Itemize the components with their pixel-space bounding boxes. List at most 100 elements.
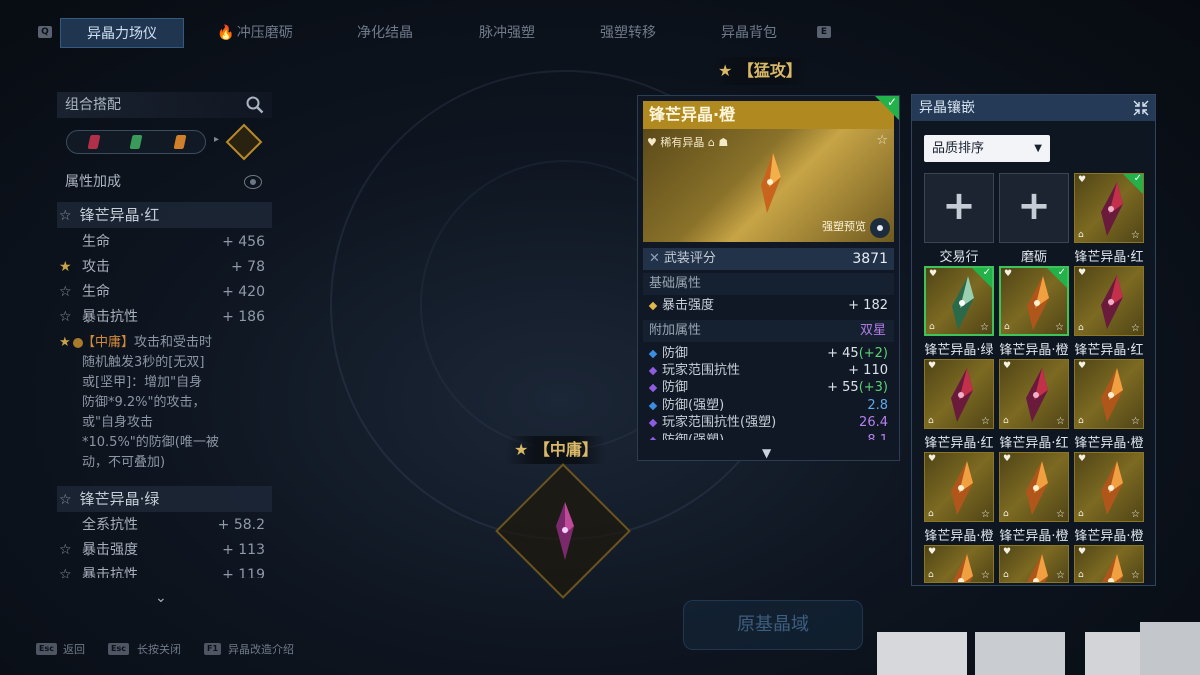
socket-gem-icon — [556, 502, 574, 560]
tab-crystal-bag[interactable]: 异晶背包 — [704, 18, 794, 48]
lock-icon: ⌂ — [928, 509, 934, 519]
orange-crystal-icon — [761, 153, 781, 213]
favorite-star-icon[interactable]: ☆ — [1131, 230, 1140, 241]
favorite-star-icon[interactable]: ☆ — [876, 133, 888, 148]
origin-crystal-domain-button[interactable]: 原基晶域 — [683, 600, 863, 650]
mode-label-left: ★ 【中庸】 — [506, 436, 606, 464]
hint-label: 返回 — [63, 643, 85, 656]
gem-slot[interactable]: ♥ ⌂ ☆ ✓ — [924, 266, 994, 336]
scroll-down-chevron-icon[interactable]: ⌄ — [155, 590, 167, 606]
add-slot[interactable]: + — [924, 173, 994, 243]
stat-row: ☆ 生命 + 420 — [57, 281, 265, 303]
favorite-star-icon[interactable]: ☆ — [981, 570, 990, 581]
star-filled-icon: ★ — [59, 335, 71, 350]
slot-label: 锋芒异晶·橙 — [924, 529, 994, 544]
gem-slot[interactable]: ♥ ⌂ ☆ — [1074, 545, 1144, 583]
checkmark-icon: ✓ — [886, 95, 897, 109]
gem-slot[interactable]: ♥ ⌂ ☆ — [1074, 266, 1144, 336]
grade-icon: ♥ — [1003, 547, 1012, 557]
gem-slot[interactable]: ♥ ⌂ ☆ — [924, 452, 994, 522]
grade-icon: ♥ — [1078, 175, 1087, 185]
more-chevron-icon[interactable]: ▼ — [762, 446, 771, 460]
next-tab-key-hint[interactable]: E — [817, 26, 831, 38]
slot-label: 锋芒异晶·橙 — [1074, 529, 1144, 544]
grade-icon: ♥ — [928, 454, 937, 464]
collapse-icon[interactable] — [1133, 100, 1149, 116]
gem-header-green[interactable]: ☆ 锋芒异晶·绿 — [57, 486, 272, 512]
favorite-star-icon[interactable]: ☆ — [1131, 509, 1140, 520]
hint-key[interactable]: Esc — [36, 643, 57, 655]
gem-slot[interactable]: ♥ ⌂ ☆ — [924, 545, 994, 583]
tab-reinforce-transfer[interactable]: 强塑转移 — [583, 18, 673, 48]
stat-row: ☆ 暴击抗性 + 119 — [57, 564, 265, 578]
lock-icon: ⌂ — [1078, 570, 1084, 580]
plus-icon: + — [942, 183, 976, 229]
bonus-header: 属性加成 — [57, 169, 272, 195]
eye-icon[interactable] — [244, 175, 262, 189]
favorite-star-icon[interactable]: ☆ — [1056, 509, 1065, 520]
gem-slot[interactable]: ♥ ⌂ ☆ — [999, 545, 1069, 583]
star-outline-icon: ☆ — [59, 492, 72, 508]
stat-row: 全系抗性 + 58.2 — [82, 517, 265, 533]
favorite-star-icon[interactable]: ☆ — [980, 322, 989, 333]
gem-slot[interactable]: ♥ ⌂ ☆ — [1074, 452, 1144, 522]
favorite-star-icon[interactable]: ☆ — [1055, 322, 1064, 333]
tab-force-field[interactable]: 异晶力场仪 — [60, 18, 184, 48]
lock-icon: ⌂ — [1003, 509, 1009, 519]
reinforce-preview-label: 强塑预览 — [822, 220, 866, 233]
extra-attr-row: 防御(强塑) 2.8 — [643, 397, 894, 415]
hint-key[interactable]: F1 — [204, 643, 222, 655]
lock-icon: ⌂ — [929, 322, 935, 332]
orange-gem-icon — [173, 135, 187, 149]
grade-icon: ♥ — [1004, 269, 1013, 279]
lock-icon: ⌂ — [1003, 416, 1009, 426]
base-attr-header: 基础属性 — [643, 273, 894, 295]
quality-sort-dropdown[interactable]: 品质排序 ▼ — [924, 135, 1050, 162]
favorite-star-icon[interactable]: ☆ — [1056, 416, 1065, 427]
extra-attr-row: 防御 + 55(+3) — [643, 379, 894, 397]
gem-header-red[interactable]: ☆ 锋芒异晶·红 — [57, 202, 272, 228]
tab-stamping[interactable]: 🔥 冲压磨砺 — [205, 18, 305, 48]
base-attr-row: 暴击强度 + 182 — [643, 297, 894, 315]
slot-label: 锋芒异晶·红 — [999, 436, 1069, 451]
gem-slot[interactable]: ♥ ⌂ ☆ ✓ — [999, 266, 1069, 336]
gem-slot[interactable]: ♥ ⌂ ☆ — [999, 359, 1069, 429]
favorite-star-icon[interactable]: ☆ — [1131, 570, 1140, 581]
hint-key[interactable]: Esc — [108, 643, 129, 655]
grade-icon: ♥ — [1003, 361, 1012, 371]
extra-attr-row: 玩家范围抗性(强塑) 26.4 — [643, 414, 894, 432]
search-icon[interactable] — [246, 96, 264, 114]
favorite-star-icon[interactable]: ☆ — [1131, 323, 1140, 334]
diamond-bullet-icon — [648, 418, 658, 428]
tab-purify[interactable]: 净化结晶 — [340, 18, 430, 48]
extra-attr-header: 附加属性 双星 — [643, 320, 894, 342]
favorite-star-icon[interactable]: ☆ — [981, 509, 990, 520]
favorite-star-icon[interactable]: ☆ — [1131, 416, 1140, 427]
lock-icon: ⌂ — [1004, 322, 1010, 332]
gem-slot[interactable]: ♥ ⌂ ☆ — [1074, 359, 1144, 429]
gem-slot[interactable]: ♥ ⌂ ☆ — [999, 452, 1069, 522]
rarity-label: ♥ 稀有异晶 ⌂ ☗ — [647, 136, 729, 149]
armament-score-row: ✕ 武装评分 3871 — [643, 248, 894, 270]
inlay-header: 异晶镶嵌 — [912, 95, 1155, 121]
overlay-block — [1140, 622, 1200, 675]
slot-label: 锋芒异晶·红 — [1074, 343, 1144, 358]
stat-row: ★ 攻击 + 78 — [57, 256, 265, 278]
crossed-swords-icon: ✕ — [649, 251, 660, 266]
add-slot[interactable]: + — [999, 173, 1069, 243]
extra-attr-row: 防御(强塑) 8.1 — [643, 432, 894, 440]
red-gem-icon — [87, 135, 101, 149]
diamond-bullet-icon — [648, 301, 658, 311]
grade-icon: ♥ — [1078, 361, 1087, 371]
gem-slot[interactable]: ♥ ⌂ ☆ — [924, 359, 994, 429]
gem-detail-card: 锋芒异晶·橙 ✓ ♥ 稀有异晶 ⌂ ☗ ☆ 强塑预览 ✕ 武装评分 3871 基础… — [637, 95, 900, 461]
slot-label: 锋芒异晶·红 — [924, 436, 994, 451]
gem-slot[interactable]: ♥ ⌂ ☆ ✓ — [1074, 173, 1144, 243]
tab-pulse-reinforce[interactable]: 脉冲强塑 — [462, 18, 552, 48]
grade-icon: ♥ — [1078, 268, 1087, 278]
favorite-star-icon[interactable]: ☆ — [981, 416, 990, 427]
prev-tab-key-hint[interactable]: Q — [38, 26, 52, 38]
favorite-star-icon[interactable]: ☆ — [1056, 570, 1065, 581]
star-outline-icon: ☆ — [59, 567, 72, 578]
preview-eye-icon[interactable] — [870, 218, 890, 238]
